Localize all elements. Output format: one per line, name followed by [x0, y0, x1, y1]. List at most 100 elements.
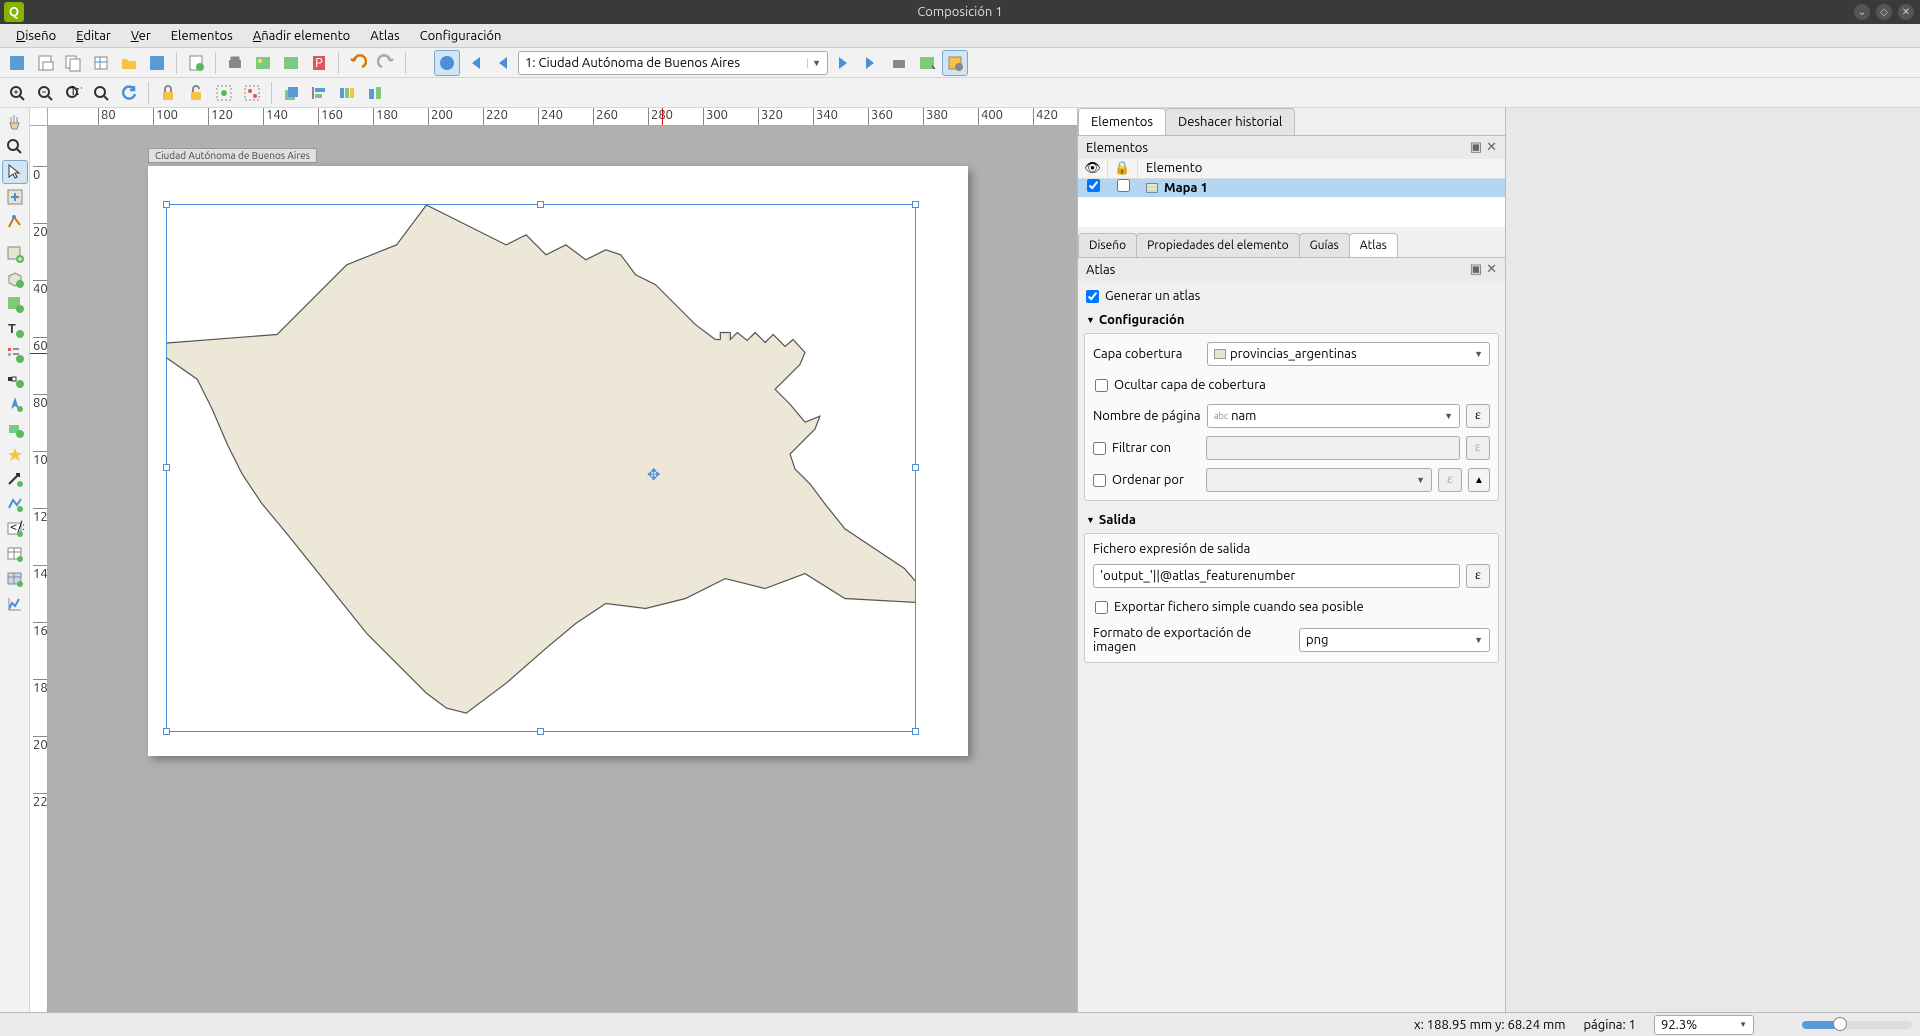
redo-button[interactable] [373, 50, 399, 76]
menu-anadir[interactable]: Añadir elemento [243, 26, 361, 46]
tab-prop-guias[interactable]: Guías [1299, 233, 1350, 257]
menu-atlas[interactable]: Atlas [360, 26, 409, 46]
atlas-last-button[interactable] [858, 50, 884, 76]
atlas-print-button[interactable] [886, 50, 912, 76]
save-button[interactable] [4, 50, 30, 76]
align-button[interactable] [306, 80, 332, 106]
atlas-preview-button[interactable] [434, 50, 460, 76]
atlas-export-button[interactable] [914, 50, 940, 76]
hide-coverage-label: Ocultar capa de cobertura [1114, 378, 1266, 392]
new-layout-button[interactable] [32, 50, 58, 76]
atlas-feature-combo[interactable]: 1: Ciudad Autónoma de Buenos Aires▼ [518, 51, 828, 75]
lock-button[interactable] [155, 80, 181, 106]
add-html-tool[interactable]: </> [2, 517, 28, 541]
min-icon[interactable]: ⌄ [1854, 4, 1870, 20]
lock-checkbox[interactable] [1117, 179, 1130, 192]
sort-checkbox[interactable] [1093, 474, 1106, 487]
distribute-button[interactable] [334, 80, 360, 106]
tab-elementos[interactable]: Elementos [1078, 108, 1166, 135]
format-label: Formato de exportación de imagen [1093, 626, 1293, 654]
visible-checkbox[interactable] [1087, 179, 1100, 192]
add-label-tool[interactable]: T [2, 317, 28, 341]
generate-atlas-checkbox[interactable] [1086, 290, 1099, 303]
print-button[interactable] [222, 50, 248, 76]
add-chart-tool[interactable] [2, 592, 28, 616]
tab-prop-diseno[interactable]: Diseño [1078, 233, 1137, 257]
pan-tool[interactable] [2, 110, 28, 134]
add-legend-tool[interactable] [2, 342, 28, 366]
zoom-100-button[interactable]: 1:1 [60, 80, 86, 106]
save-template-button[interactable] [144, 50, 170, 76]
menu-diseno[interactable]: Diseño [6, 26, 66, 46]
export-pdf-button[interactable]: P [306, 50, 332, 76]
tab-deshacer[interactable]: Deshacer historial [1165, 108, 1295, 135]
close-atlas-icon[interactable]: ✕ [1486, 262, 1497, 277]
raise-button[interactable] [278, 80, 304, 106]
move-content-tool[interactable] [2, 185, 28, 209]
add-fixedtable-tool[interactable] [2, 567, 28, 591]
export-image-button[interactable] [250, 50, 276, 76]
page-name-expr-button[interactable]: ε [1466, 404, 1490, 428]
ungroup-button[interactable] [239, 80, 265, 106]
add-picture-tool[interactable] [2, 292, 28, 316]
tab-prop-atlas[interactable]: Atlas [1349, 233, 1398, 257]
menu-elementos[interactable]: Elementos [161, 26, 243, 46]
refresh-button[interactable] [116, 80, 142, 106]
elements-list: 👁 🔒 Elemento Mapa 1 [1078, 159, 1505, 227]
zoom-combo[interactable]: 92.3%▼ [1654, 1015, 1754, 1035]
map-item[interactable]: ✥ [166, 204, 916, 732]
add-marker-tool[interactable] [2, 442, 28, 466]
format-combo[interactable]: png▼ [1299, 628, 1490, 652]
group-output-header[interactable]: ▼Salida [1084, 507, 1499, 533]
max-icon[interactable]: ◇ [1876, 4, 1892, 20]
menu-config[interactable]: Configuración [410, 26, 512, 46]
output-expr-button[interactable]: ε [1466, 564, 1490, 588]
add-arrow-tool[interactable] [2, 467, 28, 491]
add-nodeitem-tool[interactable] [2, 492, 28, 516]
zoom-out-button[interactable] [32, 80, 58, 106]
add-northarrow-tool[interactable] [2, 392, 28, 416]
layout-canvas[interactable]: Ciudad Autónoma de Buenos Aires ✥ [48, 126, 1077, 1012]
unlock-button[interactable] [183, 80, 209, 106]
add-table-tool[interactable] [2, 542, 28, 566]
close-panel-icon[interactable]: ✕ [1486, 140, 1497, 155]
undock-icon[interactable]: ▣ [1470, 140, 1482, 155]
close-icon[interactable]: ✕ [1898, 4, 1914, 20]
tab-prop-propiedades[interactable]: Propiedades del elemento [1136, 233, 1300, 257]
atlas-first-button[interactable] [462, 50, 488, 76]
undo-button[interactable] [345, 50, 371, 76]
add-map-tool[interactable] [2, 242, 28, 266]
output-expr-input[interactable]: 'output_'||@atlas_featurenumber [1093, 564, 1460, 588]
group-config-header[interactable]: ▼Configuración [1084, 307, 1499, 333]
page-name-combo[interactable]: abcnam▼ [1207, 404, 1460, 428]
element-row-mapa1[interactable]: Mapa 1 [1078, 179, 1505, 197]
menu-editar[interactable]: Editar [66, 26, 121, 46]
atlas-settings-button[interactable] [942, 50, 968, 76]
layout-manager-button[interactable] [88, 50, 114, 76]
select-tool[interactable] [2, 160, 28, 184]
open-template-button[interactable] [116, 50, 142, 76]
menu-ver[interactable]: Ver [121, 26, 161, 46]
zoom-full-button[interactable] [88, 80, 114, 106]
resize-button[interactable] [362, 80, 388, 106]
add-shape-tool[interactable] [2, 417, 28, 441]
add-from-template-button[interactable] [183, 50, 209, 76]
add-scalebar-tool[interactable] [2, 367, 28, 391]
coverage-combo[interactable]: provincias_argentinas▼ [1207, 342, 1490, 366]
zoom-in-button[interactable] [4, 80, 30, 106]
add-3dmap-tool[interactable] [2, 267, 28, 291]
atlas-prev-button[interactable] [490, 50, 516, 76]
atlas-next-button[interactable] [830, 50, 856, 76]
zoom-tool[interactable] [2, 135, 28, 159]
elements-panel-header: Elementos ▣✕ [1078, 136, 1505, 159]
group-button[interactable] [211, 80, 237, 106]
export-svg-button[interactable] [278, 50, 304, 76]
window-title: Composición 1 [917, 5, 1002, 19]
hide-coverage-checkbox[interactable] [1095, 379, 1108, 392]
zoom-slider[interactable] [1802, 1021, 1912, 1029]
edit-nodes-tool[interactable] [2, 210, 28, 234]
undock-atlas-icon[interactable]: ▣ [1470, 262, 1482, 277]
export-single-checkbox[interactable] [1095, 601, 1108, 614]
duplicate-layout-button[interactable] [60, 50, 86, 76]
filter-checkbox[interactable] [1093, 442, 1106, 455]
